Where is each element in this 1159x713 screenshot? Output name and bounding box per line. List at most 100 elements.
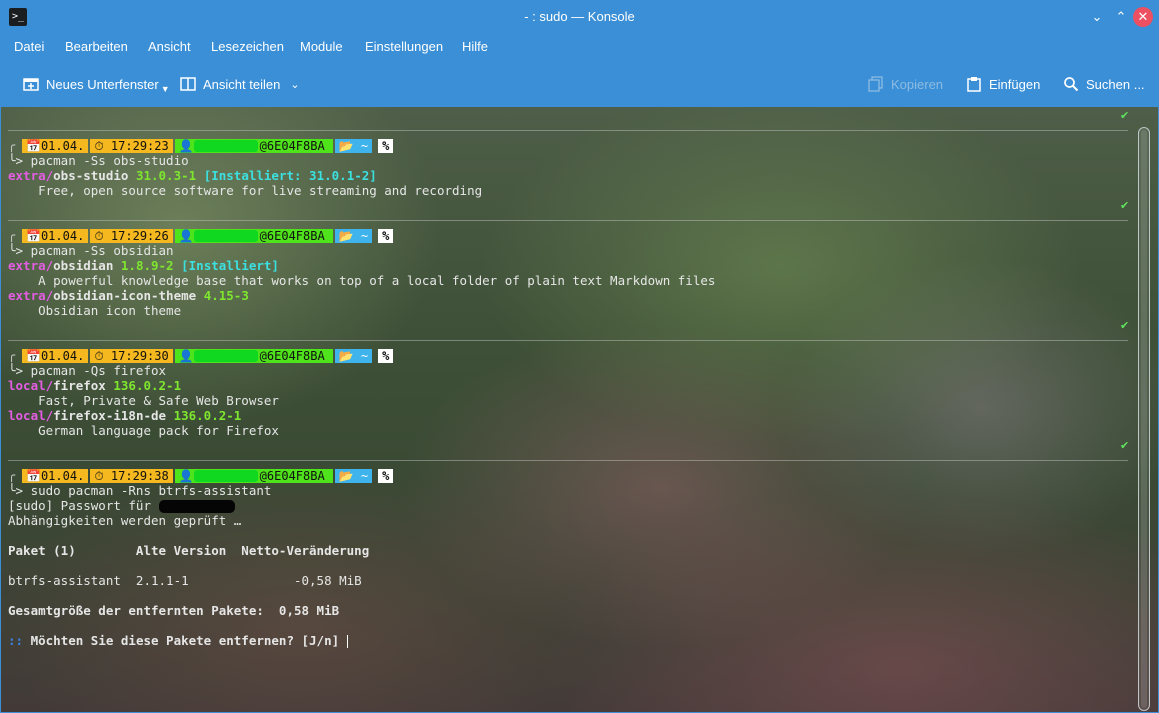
user-icon: 👤	[178, 228, 194, 243]
redacted-username	[193, 140, 258, 152]
menu-bar: Datei Bearbeiten Ansicht Lesezeichen Mod…	[1, 33, 1158, 61]
menu-hilfe[interactable]: Hilfe	[462, 39, 488, 54]
find-label: Suchen ...	[1086, 76, 1145, 92]
maximize-chevron-icon[interactable]: ⌃	[1111, 7, 1131, 27]
new-tab-label: Neues Unterfenster	[46, 76, 159, 92]
folder-icon: 📂	[338, 348, 354, 363]
calendar-icon: 📅	[26, 468, 41, 483]
output-line: local/firefox-i18n-de 136.0.2-1	[8, 408, 242, 423]
user-icon: 👤	[178, 348, 194, 363]
menu-module[interactable]: Module	[300, 39, 343, 54]
terminal-view[interactable]: ✔ ╭ 📅01.04. ⏱ 17:29:23 👤 @6E04F8BA 📂 ~ % …	[1, 107, 1158, 712]
paste-label: Einfügen	[989, 76, 1041, 92]
search-icon	[1063, 76, 1079, 92]
menu-einstellungen[interactable]: Einstellungen	[365, 39, 443, 54]
output-line: extra/obsidian 1.8.9-2 [Installiert]	[8, 258, 279, 273]
text-cursor	[346, 635, 348, 648]
redacted-username	[193, 470, 258, 482]
scrollbar-thumb[interactable]	[1141, 130, 1147, 708]
prompt-separator	[8, 340, 1128, 341]
menu-bearbeiten[interactable]: Bearbeiten	[65, 39, 128, 54]
prompt-user: 👤 @6E04F8BA	[174, 138, 333, 153]
menu-lesezeichen[interactable]: Lesezeichen	[211, 39, 284, 54]
split-view-button[interactable]: Ansicht teilen ⌄	[180, 75, 300, 93]
prompt-line: ╭ 📅01.04. ⏱ 17:29:26 👤 @6E04F8BA 📂 ~ %	[8, 228, 395, 243]
copy-button[interactable]: Kopieren	[868, 75, 943, 93]
output-line: Obsidian icon theme	[8, 303, 182, 318]
menu-datei[interactable]: Datei	[14, 39, 44, 54]
prompt-line: ╭ 📅01.04. ⏱ 17:29:38 👤 @6E04F8BA 📂 ~ %	[8, 468, 395, 483]
output-line: extra/obsidian-icon-theme 4.15-3	[8, 288, 249, 303]
new-tab-button[interactable]: Neues Unterfenster ▼	[23, 75, 170, 94]
paste-button[interactable]: Einfügen	[966, 75, 1040, 93]
folder-icon: 📂	[338, 228, 354, 243]
prompt-arrow: ╰>	[8, 153, 31, 168]
clock-icon: ⏱	[94, 138, 104, 153]
toolbar: Neues Unterfenster ▼ Ansicht teilen ⌄ Ko…	[1, 61, 1158, 107]
table-header: Paket (1) Alte Version Netto-Veränderung	[8, 543, 370, 558]
split-view-label: Ansicht teilen	[203, 76, 281, 92]
copy-label: Kopieren	[891, 76, 944, 92]
prompt-separator	[8, 220, 1128, 221]
new-tab-icon	[23, 76, 39, 92]
confirm-prompt[interactable]: :: Möchten Sie diese Pakete entfernen? […	[8, 633, 348, 648]
prompt-date: 📅01.04.	[22, 468, 89, 483]
prompt-time: ⏱ 17:29:38	[90, 468, 173, 483]
user-icon: 👤	[178, 138, 194, 153]
prompt-user: 👤 @6E04F8BA	[174, 228, 333, 243]
close-button[interactable]: ✕	[1133, 7, 1153, 27]
output-line: local/firefox 136.0.2-1	[8, 378, 182, 393]
prompt-dir: 📂 ~	[334, 348, 373, 363]
prompt-dir: 📂 ~	[334, 228, 373, 243]
prompt-dir: 📂 ~	[334, 468, 373, 483]
prompt-user: 👤 @6E04F8BA	[174, 348, 333, 363]
prompt-corner: ╭	[8, 468, 16, 482]
prompt-date: 📅01.04.	[22, 348, 89, 363]
prompt-status: %	[378, 468, 394, 483]
scrollbar[interactable]	[1138, 127, 1150, 711]
calendar-icon: 📅	[26, 228, 41, 243]
folder-icon: 📂	[338, 468, 354, 483]
prompt-dir: 📂 ~	[334, 138, 373, 153]
prompt-arrow: ╰>	[8, 483, 31, 498]
paste-icon	[966, 76, 982, 92]
prompt-date: 📅01.04.	[22, 228, 89, 243]
prompt-arrow: ╰>	[8, 363, 31, 378]
prompt-line: ╭ 📅01.04. ⏱ 17:29:23 👤 @6E04F8BA 📂 ~ %	[8, 138, 395, 153]
prompt-corner: ╭	[8, 138, 16, 152]
redacted-username	[193, 230, 258, 242]
copy-icon	[868, 76, 884, 92]
prompt-line: ╭ 📅01.04. ⏱ 17:29:30 👤 @6E04F8BA 📂 ~ %	[8, 348, 395, 363]
clock-icon: ⏱	[94, 348, 104, 363]
prompt-arrow: ╰>	[8, 243, 31, 258]
prompt-status: %	[378, 348, 394, 363]
prompt-time: ⏱ 17:29:30	[90, 348, 173, 363]
chevron-down-icon: ⌄	[290, 78, 300, 91]
menu-ansicht[interactable]: Ansicht	[148, 39, 191, 54]
checkmark-icon: ✔	[1120, 319, 1130, 332]
prompt-date: 📅01.04.	[22, 138, 89, 153]
dropdown-arrow-icon: ▼	[160, 84, 170, 94]
prompt-separator	[8, 130, 1128, 131]
split-view-icon	[180, 76, 196, 92]
table-row: btrfs-assistant 2.1.1-1 -0,58 MiB	[8, 573, 362, 588]
command-line: ╰> sudo pacman -Rns btrfs-assistant	[8, 483, 272, 498]
checkmark-icon: ✔	[1120, 439, 1130, 452]
clock-icon: ⏱	[94, 468, 104, 483]
output-line: Abhängigkeiten werden geprüft …	[8, 513, 242, 528]
user-icon: 👤	[178, 468, 194, 483]
prompt-user: 👤 @6E04F8BA	[174, 468, 333, 483]
calendar-icon: 📅	[26, 348, 41, 363]
checkmark-icon: ✔	[1120, 199, 1130, 212]
find-button[interactable]: Suchen ...	[1063, 75, 1145, 93]
prompt-time: ⏱ 17:29:23	[90, 138, 173, 153]
output-line: A powerful knowledge base that works on …	[8, 273, 716, 288]
shade-chevron-icon[interactable]: ⌄	[1087, 7, 1107, 27]
checkmark-icon: ✔	[1120, 109, 1130, 122]
window-title: - : sudo — Konsole	[524, 9, 635, 24]
output-line: Free, open source software for live stre…	[8, 183, 483, 198]
title-bar[interactable]: >_ - : sudo — Konsole ⌄ ⌃ ✕	[1, 1, 1158, 33]
konsole-window: >_ - : sudo — Konsole ⌄ ⌃ ✕ Datei Bearbe…	[0, 0, 1159, 713]
output-line: German language pack for Firefox	[8, 423, 279, 438]
output-line: extra/obs-studio 31.0.3-1 [Installiert: …	[8, 168, 377, 183]
